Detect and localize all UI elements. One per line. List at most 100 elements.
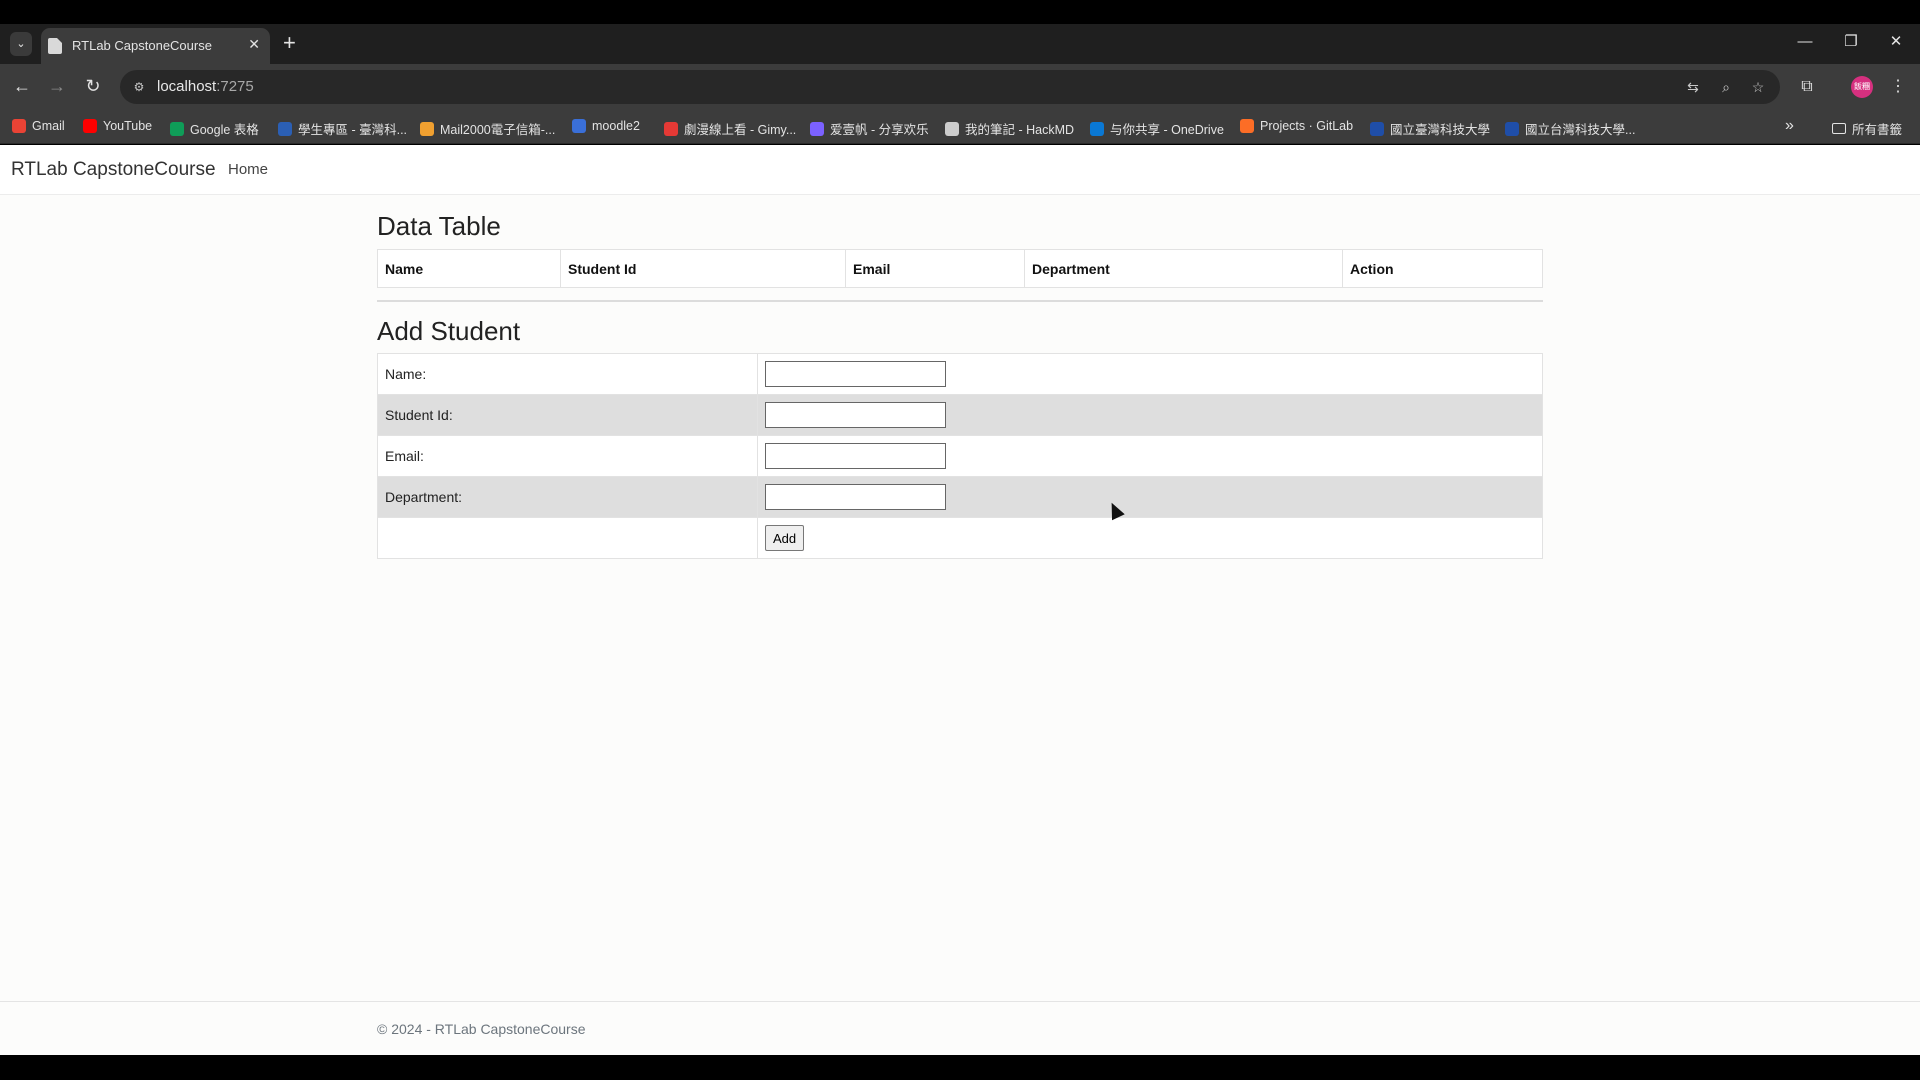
close-tab-icon[interactable]: ✕ [248, 36, 260, 53]
ntust-2-icon [1505, 121, 1519, 136]
zoom-icon[interactable]: ⌕ [1716, 77, 1736, 97]
student-id-label: Student Id: [377, 394, 758, 436]
page-icon [48, 38, 62, 54]
minimize-icon[interactable]: — [1790, 30, 1820, 54]
bookmark-ntust-2[interactable]: 國立台灣科技大學... [1505, 119, 1635, 138]
bookmark-label: 國立台灣科技大學... [1525, 123, 1636, 137]
form-row-email: Email: [377, 435, 1543, 477]
form-row-submit: Add [377, 517, 1543, 559]
student-id-input[interactable] [765, 402, 946, 428]
data-table-title: Data Table [377, 211, 501, 241]
google-sheets-icon [170, 121, 184, 136]
profile-avatar[interactable]: 飯糰 [1851, 76, 1873, 98]
bookmark-label: 學生專區 - 臺灣科... [298, 123, 408, 137]
ntust-icon [1370, 121, 1384, 136]
bookmark-label: Gmail [32, 119, 65, 133]
empty-cell [377, 517, 758, 559]
bookmark-gmail[interactable]: Gmail [12, 119, 65, 133]
bookmark-moodle2[interactable]: moodle2 [572, 119, 640, 133]
tab-title: RTLab CapstoneCourse [72, 38, 212, 53]
add-student-title: Add Student [377, 316, 521, 346]
address-bar[interactable]: ⚙ localhost:7275 ⇆ ⌕ ☆ [120, 70, 1780, 104]
close-window-icon[interactable]: ✕ [1881, 30, 1911, 54]
name-input[interactable] [765, 361, 946, 387]
url-port: :7275 [216, 78, 254, 95]
email-label: Email: [377, 435, 758, 477]
bookmark-star-icon[interactable]: ☆ [1748, 77, 1768, 97]
site-navbar: RTLab CapstoneCourse Home [0, 145, 1920, 195]
add-button[interactable]: Add [765, 525, 805, 551]
bookmark-label: 爱壹帆 - 分享欢乐 [830, 123, 929, 137]
bookmark-student-portal[interactable]: 學生專區 - 臺灣科... [278, 119, 407, 138]
bookmark-gimy[interactable]: 劇漫線上看 - Gimy... [664, 119, 796, 138]
bookmark-label: Google 表格 [190, 123, 259, 137]
reload-icon[interactable]: ↻ [81, 74, 105, 98]
col-name: Name [377, 249, 561, 288]
chevron-down-icon: ⌄ [16, 38, 26, 50]
gmail-icon [12, 119, 26, 133]
add-student-form: Name: Student Id: Email: Department: Add [377, 353, 1543, 559]
moodle2-icon [572, 119, 586, 133]
bookmark-gitlab[interactable]: Projects · GitLab [1240, 119, 1353, 133]
col-student-id: Student Id [560, 249, 846, 288]
mail2000-icon [420, 121, 434, 136]
browser-toolbar: ← → ↻ ⚙ localhost:7275 ⇆ ⌕ ☆ ⧉ 飯糰 ⋮ [0, 64, 1920, 110]
folder-icon [1832, 123, 1846, 134]
section-divider [377, 300, 1543, 302]
department-input[interactable] [765, 484, 946, 510]
brand-link[interactable]: RTLab CapstoneCourse [11, 159, 216, 181]
web-page: RTLab CapstoneCourse Home Data Table Nam… [0, 145, 1920, 1055]
bookmark-ntust[interactable]: 國立臺灣科技大學 [1370, 119, 1490, 138]
bookmark-label: 劇漫線上看 - Gimy... [684, 123, 797, 137]
bookmark-label: 与你共享 - OneDrive [1110, 123, 1224, 137]
gimy-icon [664, 121, 678, 136]
col-action: Action [1342, 249, 1543, 288]
bookmark-label: moodle2 [592, 119, 640, 133]
bookmark-label: 我的筆記 - HackMD [965, 123, 1075, 137]
forward-icon[interactable]: → [45, 74, 69, 98]
all-bookmarks-button[interactable]: 所有書籤 [1832, 119, 1902, 138]
bookmark-hackmd[interactable]: 我的筆記 - HackMD [945, 119, 1074, 138]
bookmark-mail2000[interactable]: Mail2000電子信箱-... [420, 119, 555, 138]
student-id-cell [757, 394, 1543, 436]
browser-tab[interactable]: RTLab CapstoneCourse ✕ [41, 28, 270, 64]
translate-icon[interactable]: ⇆ [1683, 77, 1703, 97]
email-cell [757, 435, 1543, 477]
bookmark-onedrive[interactable]: 与你共享 - OneDrive [1090, 119, 1224, 138]
menu-icon[interactable]: ⋮ [1885, 74, 1911, 100]
bookmark-label: Mail2000電子信箱-... [440, 123, 556, 137]
bookmark-label: YouTube [103, 119, 153, 133]
hackmd-icon [945, 121, 959, 136]
url-host: localhost [157, 78, 217, 95]
bookmark-iyf[interactable]: 爱壹帆 - 分享欢乐 [810, 119, 929, 138]
submit-cell: Add [757, 517, 1543, 559]
bookmarks-bar: » 所有書籤 Gmail YouTube Google 表格 學生專區 - 臺灣科..… [0, 110, 1920, 144]
email-input[interactable] [765, 443, 946, 469]
extensions-icon[interactable]: ⧉ [1794, 74, 1820, 100]
bookmark-google-sheets[interactable]: Google 表格 [170, 119, 259, 138]
name-label: Name: [377, 353, 758, 395]
nav-home-link[interactable]: Home [228, 161, 268, 178]
all-bookmarks-label: 所有書籤 [1852, 123, 1903, 137]
department-label: Department: [377, 476, 758, 518]
data-table: Name Student Id Email Department Action [377, 249, 1543, 288]
more-bookmarks-icon[interactable]: » [1785, 117, 1794, 135]
screen: ⌄ RTLab CapstoneCourse ✕ + — ❐ ✕ ← → ↻ ⚙… [0, 0, 1920, 1080]
restore-icon[interactable]: ❐ [1836, 30, 1866, 54]
site-footer: © 2024 - RTLab CapstoneCourse [0, 1001, 1920, 1055]
gitlab-icon [1240, 119, 1254, 133]
bookmark-label: 國立臺灣科技大學 [1390, 123, 1491, 137]
form-row-department: Department: [377, 476, 1543, 518]
form-row-name: Name: [377, 353, 1543, 395]
site-info-icon[interactable]: ⚙ [130, 78, 148, 96]
url-text[interactable]: localhost:7275 [157, 78, 254, 95]
bookmark-label: Projects · GitLab [1260, 119, 1354, 133]
student-portal-icon [278, 121, 292, 136]
department-cell [757, 476, 1543, 518]
back-icon[interactable]: ← [10, 74, 34, 98]
tab-search-button[interactable]: ⌄ [10, 32, 32, 56]
bookmark-youtube[interactable]: YouTube [83, 119, 152, 133]
iyf-icon [810, 121, 824, 136]
col-department: Department [1024, 249, 1343, 288]
new-tab-button[interactable]: + [283, 32, 296, 54]
